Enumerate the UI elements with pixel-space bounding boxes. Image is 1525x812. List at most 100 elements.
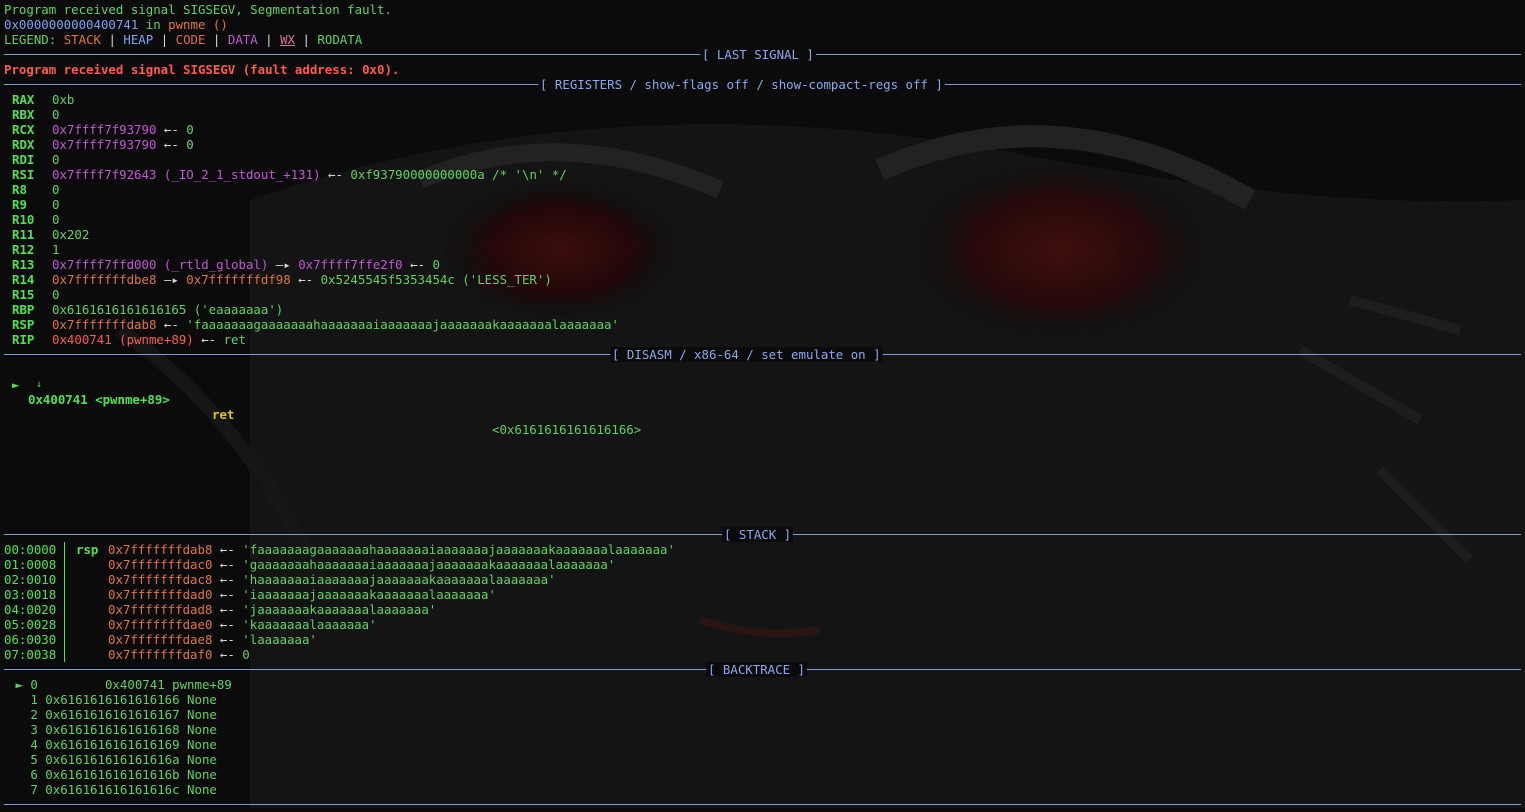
register-row-rbp: RBP 0x6161616161616165 ('eaaaaaaa') (0, 302, 1521, 317)
register-value-part: ←- (402, 257, 433, 272)
stack-value: 0x7fffffffdaf0 ←- 0 (108, 647, 250, 662)
backtrace-frame[interactable]: ► 0 0x400741 pwnme+89 (8, 677, 1521, 692)
stack-divider (64, 587, 65, 602)
register-value-part: 1 (52, 242, 60, 257)
register-value-part: 0x7ffff7ffd000 (_rtld_global) (52, 257, 269, 272)
register-value-part: 0xb (52, 92, 75, 107)
stack-arrow: ←- (212, 542, 243, 557)
register-row-r9: R9 0 (0, 197, 1521, 212)
legend-heap: HEAP (123, 32, 154, 47)
stack-divider (64, 572, 65, 587)
fault-in-text: in (138, 17, 169, 32)
stack-value: 'haaaaaaaiaaaaaaajaaaaaaakaaaaaaalaaaaaa… (242, 572, 556, 587)
register-value-part: 0x7ffff7f93790 (52, 122, 157, 137)
register-value-part: ←- (156, 317, 187, 332)
register-value-part: 0 (186, 122, 194, 137)
stack-addr: 0x7fffffffdad0 (108, 587, 213, 602)
stack-value: 'faaaaaaagaaaaaaahaaaaaaaiaaaaaaajaaaaaa… (242, 542, 675, 557)
register-row-rip: RIP 0x400741 (pwnme+89) ←- ret (0, 332, 1521, 347)
stack-row: 00:0000 rsp 0x7fffffffdab8 ←- 'faaaaaaagaa… (0, 542, 1521, 557)
stack-value: 0x7fffffffdab8 ←- 'faaaaaaagaaaaaaahaaaa… (108, 542, 675, 557)
register-value: 0x7fffffffdab8 ←- 'faaaaaaagaaaaaaahaaaa… (52, 317, 619, 332)
register-name: RIP (12, 332, 35, 347)
register-value: 0 (52, 197, 59, 212)
register-value-part: 0 (186, 137, 194, 152)
register-value-part: 0x5245545f5353454c ('LESS_TER') (320, 272, 552, 287)
register-value-part: 0x7fffffffdf98 (186, 272, 291, 287)
register-row-rax: RAX 0xb (0, 92, 1521, 107)
register-row-r12: R12 1 (0, 242, 1521, 257)
register-value-part: 0xf93790000000000a /* '\n' */ (350, 167, 567, 182)
disasm-target: <0x6161616161616166> (492, 422, 642, 437)
register-name: R8 (12, 182, 27, 197)
legend-sep: | (295, 32, 318, 47)
stack-row: 02:0010 0x7fffffffdac8 ←- 'haaaaaaaiaaaaa… (0, 572, 1521, 587)
stack-addr: 0x7fffffffdac0 (108, 557, 213, 572)
register-value: 0x400741 (pwnme+89) ←- ret (52, 332, 246, 347)
backtrace-frame[interactable]: 5 0x616161616161616a None (8, 752, 1521, 767)
register-value-part: ret (223, 332, 246, 347)
legend-sep: | (257, 32, 281, 47)
legend-code: CODE (175, 32, 206, 47)
register-row-rdi: RDI 0 (0, 152, 1521, 167)
disasm-separator: [ DISASM / x86-64 / set emulate on ] (4, 347, 1521, 362)
register-row-r13: R13 0x7ffff7ffd000 (_rtld_global) —▸ 0x7f… (0, 257, 1521, 272)
stack-arrow: ←- (212, 647, 243, 662)
register-value: 0x6161616161616165 ('eaaaaaaa') (52, 302, 283, 317)
backtrace-frame[interactable]: 3 0x6161616161616168 None (8, 722, 1521, 737)
legend-sep: | (153, 32, 176, 47)
backtrace-frame[interactable]: 6 0x616161616161616b None (8, 767, 1521, 782)
register-name: RCX (12, 122, 35, 137)
register-value-part: 0x7fffffffdbe8 (52, 272, 157, 287)
stack-value: 'jaaaaaaakaaaaaaalaaaaaaa' (242, 602, 437, 617)
register-value-part: 0x400741 (pwnme+89) (52, 332, 194, 347)
stack-value: 0x7fffffffdad8 ←- 'jaaaaaaakaaaaaaalaaaa… (108, 602, 436, 617)
terminal: Program received signal SIGSEGV, Segment… (0, 0, 1525, 808)
stack-divider (64, 542, 65, 557)
register-name: RDX (12, 137, 35, 152)
backtrace-frame[interactable]: 4 0x6161616161616169 None (8, 737, 1521, 752)
last-signal-separator: [ LAST SIGNAL ] (4, 47, 1521, 62)
stack-row: 07:0038 0x7fffffffdaf0 ←- 0 (0, 647, 1521, 662)
register-value: 0 (52, 287, 59, 302)
stack-offset: 03:0018 (4, 587, 57, 602)
register-value: 0 (52, 152, 59, 167)
register-name: R9 (12, 197, 27, 212)
register-value-part: 0x7ffff7f92643 (_IO_2_1_stdout_+131) (52, 167, 321, 182)
last-signal-text: Program received signal SIGSEGV (fault a… (4, 62, 400, 77)
backtrace-frame[interactable]: 1 0x6161616161616166 None (8, 692, 1521, 707)
register-value: 0xb (52, 92, 74, 107)
register-value-part: 'faaaaaaagaaaaaaahaaaaaaaiaaaaaaajaaaaaa… (186, 317, 619, 332)
backtrace-frame[interactable]: 2 0x6161616161616167 None (8, 707, 1521, 722)
stack-arrow: ←- (212, 557, 243, 572)
stack-value: 'iaaaaaaajaaaaaaakaaaaaaalaaaaaaa' (242, 587, 496, 602)
register-name: R11 (12, 227, 35, 242)
disasm-address: 0x400741 <pwnme+89> (28, 392, 170, 407)
stack-arrow: ←- (212, 602, 243, 617)
down-arrow-icon: ↓ (36, 379, 43, 390)
register-value-part: 0 (52, 182, 60, 197)
stack-offset: 00:0000 (4, 542, 57, 557)
stack-arrow: ←- (212, 587, 243, 602)
stack-separator: [ STACK ] (4, 527, 1521, 542)
legend: LEGEND: STACK | HEAP | CODE | DATA | WX … (4, 32, 1521, 47)
register-name: R13 (12, 257, 35, 272)
stack-divider (64, 557, 65, 572)
stack-divider (64, 602, 65, 617)
register-value-part: 0 (52, 287, 60, 302)
legend-rodata: RODATA (317, 32, 363, 47)
register-name: RSP (12, 317, 35, 332)
stack-divider (64, 632, 65, 647)
disasm-current-line[interactable]: ► 0x400741 <pwnme+89> ret <0x61616161616… (4, 362, 1521, 437)
backtrace-title: [ BACKTRACE ] (706, 662, 807, 677)
disasm-continuation: ↓ (4, 377, 1521, 392)
backtrace-frame[interactable]: 7 0x616161616161616c None (8, 782, 1521, 797)
disasm-title: [ DISASM / x86-64 / set emulate on ] (610, 347, 883, 362)
stack-value: 0x7fffffffdac0 ←- 'gaaaaaaahaaaaaaaiaaaa… (108, 557, 615, 572)
legend-label: LEGEND: (4, 32, 64, 47)
register-row-r10: R10 0 (0, 212, 1521, 227)
registers-title: [ REGISTERS / show-flags off / show-comp… (538, 77, 945, 92)
register-name: R14 (12, 272, 35, 287)
register-value-part: 0 (52, 212, 60, 227)
register-value-part: 0x7fffffffdab8 (52, 317, 157, 332)
